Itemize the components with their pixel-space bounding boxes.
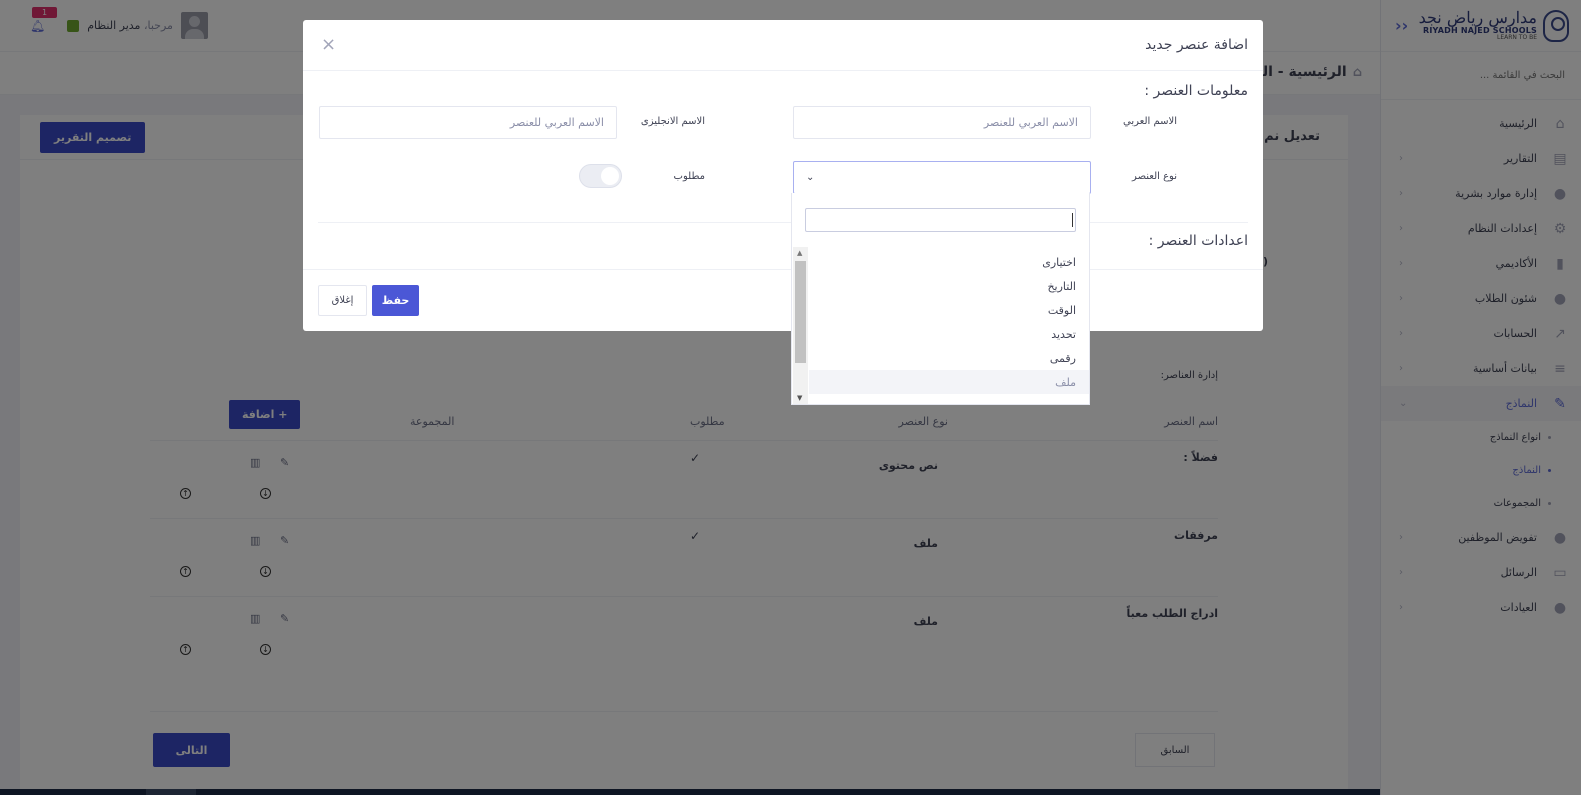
dropdown-option[interactable]: التاريخ	[809, 274, 1089, 298]
dropdown-options: ▲ ▼ اختيارى التاريخ الوقت تحديد رقمى ملف	[792, 247, 1089, 404]
en-name-input[interactable]: الاسم العربي للعنصر	[319, 106, 617, 139]
dropdown-option[interactable]: رقمى	[809, 346, 1089, 370]
required-toggle[interactable]	[579, 164, 622, 188]
section-divider	[318, 222, 1248, 223]
chevron-down-icon: ⌄	[806, 172, 815, 183]
scrollbar-thumb[interactable]	[795, 261, 806, 363]
dropdown-search-input[interactable]	[805, 208, 1076, 232]
close-button[interactable]: إغلاق	[318, 285, 367, 316]
element-type-dropdown: ▲ ▼ اختيارى التاريخ الوقت تحديد رقمى ملف	[791, 193, 1090, 405]
required-label: مطلوب	[673, 171, 705, 182]
modal-header: اضافة عنصر جديد ×	[303, 20, 1263, 71]
en-name-label: الاسم الانجليزى	[640, 116, 705, 127]
element-type-label: نوع العنصر	[1132, 171, 1177, 182]
element-type-select[interactable]: ⌄	[793, 161, 1091, 194]
dropdown-scrollbar[interactable]: ▲ ▼	[793, 247, 808, 404]
dropdown-option[interactable]: اختيارى	[809, 250, 1089, 274]
scroll-up-icon[interactable]: ▲	[797, 249, 802, 257]
section-element-info: معلومات العنصر :	[1144, 83, 1248, 99]
save-button[interactable]: حفظ	[372, 285, 419, 316]
ar-name-label: الاسم العربي	[1123, 116, 1177, 127]
section-element-settings: اعدادات العنصر :	[1148, 233, 1248, 249]
dropdown-option[interactable]: تحديد	[809, 322, 1089, 346]
close-icon[interactable]: ×	[321, 34, 336, 55]
dropdown-option-highlighted[interactable]: ملف	[809, 370, 1089, 394]
dropdown-option[interactable]: الوقت	[809, 298, 1089, 322]
add-element-modal: اضافة عنصر جديد × معلومات العنصر : الاسم…	[303, 20, 1263, 331]
modal-footer: حفظ إغلاق	[303, 269, 1263, 331]
modal-title: اضافة عنصر جديد	[1145, 37, 1248, 53]
scroll-down-icon[interactable]: ▼	[797, 394, 802, 402]
ar-name-input[interactable]: الاسم العربي للعنصر	[793, 106, 1091, 139]
